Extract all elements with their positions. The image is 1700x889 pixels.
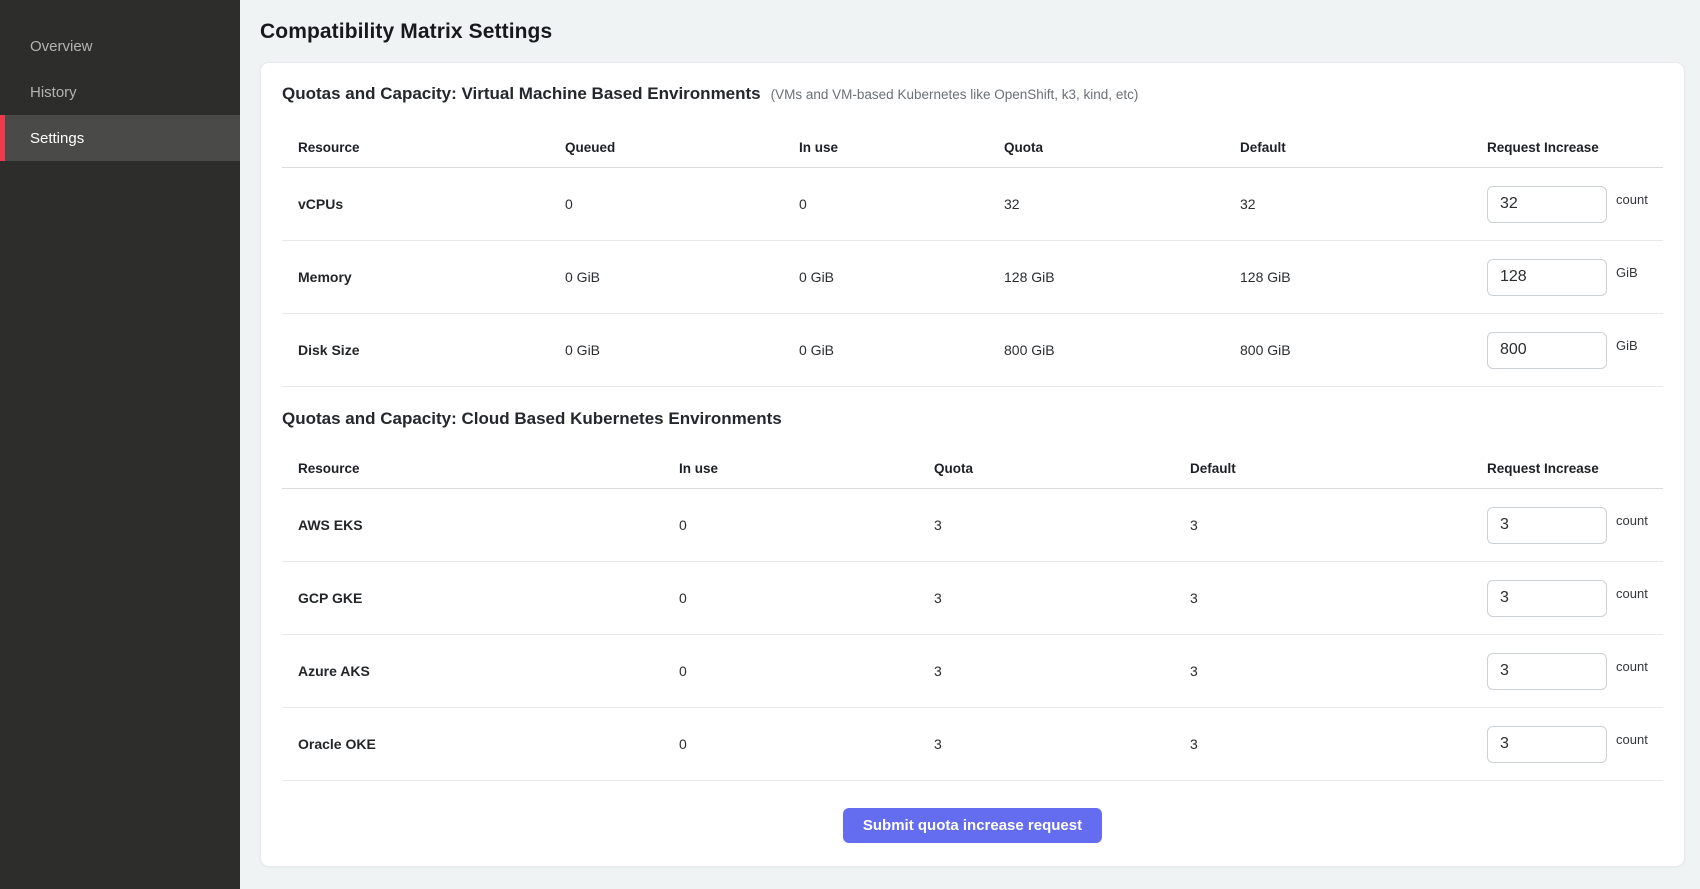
queued-value: 0 GiB [549,269,783,285]
column-header-request-increase: Request Increase [1471,461,1663,476]
column-header-in-use: In use [663,461,918,476]
sidebar-item-label: Settings [30,130,84,147]
default-value: 3 [1174,663,1471,679]
table-row-oracle-oke: Oracle OKE 0 3 3 count [282,708,1663,781]
queued-value: 0 [549,196,783,212]
column-header-quota: Quota [918,461,1174,476]
submit-quota-increase-button[interactable]: Submit quota increase request [843,808,1102,843]
in-use-value: 0 GiB [783,342,988,358]
app-window: Overview History Settings Compatibility … [0,0,1700,889]
request-increase-input-vcpus[interactable] [1487,186,1607,223]
cloud-quotas-section: Quotas and Capacity: Cloud Based Kuberne… [282,409,1663,781]
unit-label: count [1616,659,1648,674]
in-use-value: 0 [663,517,918,533]
table-row-disk-size: Disk Size 0 GiB 0 GiB 800 GiB 800 GiB Gi… [282,314,1663,387]
table-row-azure-aks: Azure AKS 0 3 3 count [282,635,1663,708]
sidebar-item-label: History [30,84,77,101]
table-row-gcp-gke: GCP GKE 0 3 3 count [282,562,1663,635]
quota-value: 32 [988,196,1224,212]
request-increase-input-memory[interactable] [1487,259,1607,296]
column-header-default: Default [1224,140,1471,155]
quota-value: 3 [918,517,1174,533]
column-header-request-increase: Request Increase [1471,140,1663,155]
cloud-section-header: Quotas and Capacity: Cloud Based Kuberne… [282,409,1663,429]
default-value: 32 [1224,196,1471,212]
resource-name: AWS EKS [282,517,663,533]
in-use-value: 0 [663,590,918,606]
quota-value: 3 [918,663,1174,679]
in-use-value: 0 GiB [783,269,988,285]
resource-name: Memory [282,269,549,285]
vm-quotas-section: Quotas and Capacity: Virtual Machine Bas… [282,84,1663,387]
sidebar-item-history[interactable]: History [0,69,240,115]
request-increase-input-disk-size[interactable] [1487,332,1607,369]
vm-section-subtitle: (VMs and VM-based Kubernetes like OpenSh… [771,87,1139,102]
vm-table-header: Resource Queued In use Quota Default Req… [282,128,1663,168]
resource-name: Disk Size [282,342,549,358]
page-title: Compatibility Matrix Settings [260,20,1685,44]
queued-value: 0 GiB [549,342,783,358]
default-value: 3 [1174,590,1471,606]
request-increase-input-azure-aks[interactable] [1487,653,1607,690]
unit-label: count [1616,586,1648,601]
column-header-quota: Quota [988,140,1224,155]
request-increase-input-aws-eks[interactable] [1487,507,1607,544]
in-use-value: 0 [663,663,918,679]
unit-label: GiB [1616,265,1638,280]
unit-label: count [1616,192,1648,207]
resource-name: Azure AKS [282,663,663,679]
column-header-resource: Resource [282,140,549,155]
column-header-resource: Resource [282,461,663,476]
column-header-in-use: In use [783,140,988,155]
table-row-aws-eks: AWS EKS 0 3 3 count [282,489,1663,562]
sidebar-item-settings[interactable]: Settings [0,115,240,161]
request-increase-input-gcp-gke[interactable] [1487,580,1607,617]
default-value: 3 [1174,736,1471,752]
quota-value: 128 GiB [988,269,1224,285]
quota-value: 3 [918,736,1174,752]
cloud-section-title: Quotas and Capacity: Cloud Based Kuberne… [282,409,782,429]
in-use-value: 0 [663,736,918,752]
main-content: Compatibility Matrix Settings Quotas and… [240,0,1700,889]
default-value: 128 GiB [1224,269,1471,285]
column-header-queued: Queued [549,140,783,155]
settings-card: Quotas and Capacity: Virtual Machine Bas… [260,62,1685,867]
resource-name: GCP GKE [282,590,663,606]
default-value: 800 GiB [1224,342,1471,358]
vm-section-title: Quotas and Capacity: Virtual Machine Bas… [282,84,761,104]
table-row-vcpus: vCPUs 0 0 32 32 count [282,168,1663,241]
quota-value: 3 [918,590,1174,606]
unit-label: GiB [1616,338,1638,353]
sidebar-item-overview[interactable]: Overview [0,23,240,69]
quota-value: 800 GiB [988,342,1224,358]
in-use-value: 0 [783,196,988,212]
sidebar: Overview History Settings [0,0,240,889]
default-value: 3 [1174,517,1471,533]
vm-section-header: Quotas and Capacity: Virtual Machine Bas… [282,84,1663,104]
sidebar-item-label: Overview [30,38,93,55]
submit-row: Submit quota increase request [282,808,1663,845]
resource-name: Oracle OKE [282,736,663,752]
request-increase-input-oracle-oke[interactable] [1487,726,1607,763]
column-header-default: Default [1174,461,1471,476]
resource-name: vCPUs [282,196,549,212]
unit-label: count [1616,513,1648,528]
unit-label: count [1616,732,1648,747]
table-row-memory: Memory 0 GiB 0 GiB 128 GiB 128 GiB GiB [282,241,1663,314]
cloud-table-header: Resource In use Quota Default Request In… [282,449,1663,489]
